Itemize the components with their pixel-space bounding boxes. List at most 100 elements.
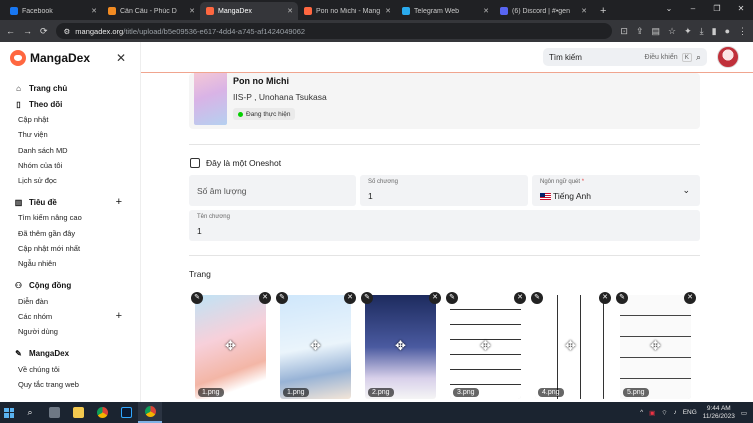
remove-page-icon[interactable]: ✕ [259,292,271,304]
expand-plus-icon[interactable]: + [116,309,122,324]
page-thumbnail[interactable]: ✥ 1.png [280,295,351,399]
chrome-icon[interactable] [90,402,114,423]
brand[interactable]: MangaDex ✕ [0,42,140,74]
taskview-icon[interactable] [42,402,66,423]
side-panel-icon[interactable]: ▮ [712,26,717,37]
sidebar-item[interactable]: Các nhóm + [0,309,140,324]
start-button[interactable] [0,402,18,423]
checkbox-icon[interactable] [190,158,200,168]
move-icon[interactable]: ✥ [225,338,236,354]
new-tab-button[interactable]: + [592,2,614,20]
manga-card[interactable]: Pon no Michi IIS-P , Unohana Tsukasa Đan… [189,73,700,129]
sidebar-item[interactable]: Quy tắc trang web [0,377,140,392]
browser-tab[interactable]: Cẩn Cẩu - Phúc D ✕ [102,2,200,20]
search-icon[interactable]: ⌕ [696,52,701,63]
remove-page-icon[interactable]: ✕ [684,292,696,304]
sidebar-item[interactable]: Cập nhật [0,112,140,127]
language-select[interactable]: Ngôn ngữ quét * Tiếng Anh ⌄ [532,175,700,206]
edit-page-icon[interactable]: ✎ [446,292,458,304]
close-sidebar-icon[interactable]: ✕ [116,51,126,65]
minimize-icon[interactable]: – [681,0,705,18]
back-icon[interactable]: ← [6,26,15,36]
browser-tab[interactable]: (6) Discord | #•gen ✕ [494,2,592,20]
page-thumbnail[interactable]: ✥ 5.png [620,295,691,399]
taskbar-search-icon[interactable]: ⌕ [18,402,42,423]
profile-icon[interactable]: ● [725,26,730,37]
search-input[interactable]: Tìm kiếm Điều khiển K ⌕ [543,48,707,66]
tab-close-icon[interactable]: ✕ [189,7,195,15]
tab-close-icon[interactable]: ✕ [385,7,391,15]
edit-page-icon[interactable]: ✎ [531,292,543,304]
menu-icon[interactable]: ⋮ [738,26,747,37]
page-thumbnail[interactable]: ✥ 1.png [195,295,266,399]
tab-close-icon[interactable]: ✕ [483,7,489,15]
bookmark-star-icon[interactable]: ☆ [668,26,676,37]
sidebar-item[interactable]: Đã thêm gần đây [0,226,140,241]
remove-page-icon[interactable]: ✕ [514,292,526,304]
oneshot-checkbox[interactable]: Đây là một Oneshot [190,158,281,168]
sidebar-mangadex[interactable]: ✎ MangaDex [0,346,140,362]
browser-tab[interactable]: Facebook ✕ [4,2,102,20]
share-icon[interactable]: ⇪ [636,26,644,37]
tab-close-icon[interactable]: ✕ [287,7,293,15]
sidebar-item[interactable]: Về chúng tôi [0,362,140,377]
page-thumbnail[interactable]: ✥ 4.png [535,295,606,399]
clock[interactable]: 9:44 AM 11/26/2023 [703,405,735,421]
sidebar-item[interactable]: Lịch sử đọc [0,173,140,188]
page-thumbnail[interactable]: ✥ 3.png [450,295,521,399]
page-thumbnail[interactable]: ✥ 2.png [365,295,436,399]
close-window-icon[interactable]: ✕ [729,0,753,18]
tray-chevron-icon[interactable]: ^ [640,409,643,416]
sidebar-item[interactable]: Ngẫu nhiên [0,256,140,271]
tab-close-icon[interactable]: ✕ [581,7,587,15]
sidebar-item[interactable]: Tìm kiếm nâng cao [0,210,140,225]
chevron-down-icon[interactable]: ⌄ [657,0,681,18]
file-explorer-icon[interactable] [66,402,90,423]
edit-page-icon[interactable]: ✎ [191,292,203,304]
sidebar-home[interactable]: ⌂ Trang chủ [0,80,140,96]
edit-page-icon[interactable]: ✎ [616,292,628,304]
move-icon[interactable]: ✥ [565,338,576,354]
sidebar-item[interactable]: Danh sách MD [0,143,140,158]
sidebar-follows[interactable]: ▯ Theo dõi [0,96,140,112]
sidebar-community[interactable]: ⚇ Cộng đồng [0,278,140,294]
sidebar-item[interactable]: Nhóm của tôi [0,158,140,173]
remove-page-icon[interactable]: ✕ [429,292,441,304]
move-icon[interactable]: ✥ [480,338,491,354]
language-indicator[interactable]: ENG [683,409,697,416]
edit-page-icon[interactable]: ✎ [276,292,288,304]
reload-icon[interactable]: ⟳ [40,26,48,37]
expand-plus-icon[interactable]: + [116,196,122,208]
chapter-number-field[interactable]: Số chương 1 [360,175,528,206]
sidebar-item[interactable]: Diễn đàn [0,294,140,309]
sidebar-item[interactable]: Người dùng [0,324,140,339]
forward-icon[interactable]: → [23,26,32,36]
remove-page-icon[interactable]: ✕ [599,292,611,304]
browser-tab[interactable]: MangaDex ✕ [200,2,298,20]
maximize-icon[interactable]: ❐ [705,0,729,18]
sidebar-item[interactable]: Cập nhật mới nhất [0,241,140,256]
site-info-icon[interactable]: ⚙ [64,27,71,36]
install-icon[interactable]: ⊡ [620,26,628,37]
browser-tab[interactable]: Pon no Michi - Mang ✕ [298,2,396,20]
photoshop-icon[interactable] [114,402,138,423]
translate-icon[interactable]: ▤ [651,26,660,37]
move-icon[interactable]: ✥ [650,338,661,354]
extensions-icon[interactable]: ✦ [684,26,692,37]
sidebar-item[interactable]: Thư viện [0,127,140,142]
volume-field[interactable]: Số âm lượng [189,175,356,206]
avatar[interactable] [717,46,739,68]
network-icon[interactable]: ⌔ [661,408,667,417]
move-icon[interactable]: ✥ [395,338,406,354]
chrome-active-icon[interactable] [138,402,162,423]
download-icon[interactable]: ⤓ [700,26,704,37]
sidebar-titles[interactable]: ▥ Tiêu đề + [0,194,140,210]
volume-icon[interactable]: ♪ [673,409,676,416]
edit-page-icon[interactable]: ✎ [361,292,373,304]
notification-icon[interactable]: ▭ [741,409,747,417]
tab-close-icon[interactable]: ✕ [91,7,97,15]
antivirus-icon[interactable]: ▣ [649,409,655,417]
url-field[interactable]: ⚙ mangadex.org/title/upload/b5e09536-e61… [55,23,613,39]
move-icon[interactable]: ✥ [310,338,321,354]
chevron-down-icon[interactable]: ⌄ [682,185,690,196]
